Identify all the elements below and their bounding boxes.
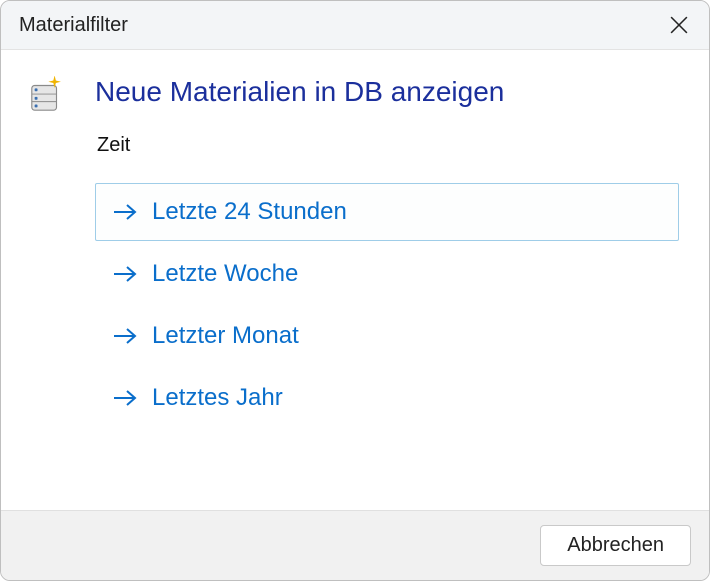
database-new-icon <box>28 76 66 114</box>
option-last-24h[interactable]: Letzte 24 Stunden <box>95 183 679 241</box>
cancel-button[interactable]: Abbrechen <box>540 525 691 566</box>
arrow-right-icon <box>112 387 138 409</box>
arrow-right-icon <box>112 325 138 347</box>
option-label: Letzte Woche <box>152 260 298 288</box>
content-area: Neue Materialien in DB anzeigen Zeit Let… <box>1 50 709 510</box>
option-label: Letzter Monat <box>152 322 299 350</box>
option-last-year[interactable]: Letztes Jahr <box>95 369 679 427</box>
page-heading: Neue Materialien in DB anzeigen <box>95 76 679 108</box>
arrow-right-icon <box>112 201 138 223</box>
option-label: Letzte 24 Stunden <box>152 198 347 226</box>
time-options-list: Letzte 24 Stunden Letzte Woche Letzter M… <box>95 183 679 427</box>
main-column: Neue Materialien in DB anzeigen Zeit Let… <box>95 72 679 500</box>
dialog-title: Materialfilter <box>19 14 128 37</box>
footer: Abbrechen <box>1 510 709 580</box>
option-last-month[interactable]: Letzter Monat <box>95 307 679 365</box>
titlebar: Materialfilter <box>1 1 709 50</box>
dialog-window: Materialfilter <box>0 0 710 581</box>
option-last-week[interactable]: Letzte Woche <box>95 245 679 303</box>
arrow-right-icon <box>112 263 138 285</box>
close-button[interactable] <box>665 11 693 39</box>
icon-column <box>27 72 67 500</box>
section-label: Zeit <box>97 134 679 157</box>
option-label: Letztes Jahr <box>152 384 283 412</box>
close-icon <box>670 16 688 34</box>
